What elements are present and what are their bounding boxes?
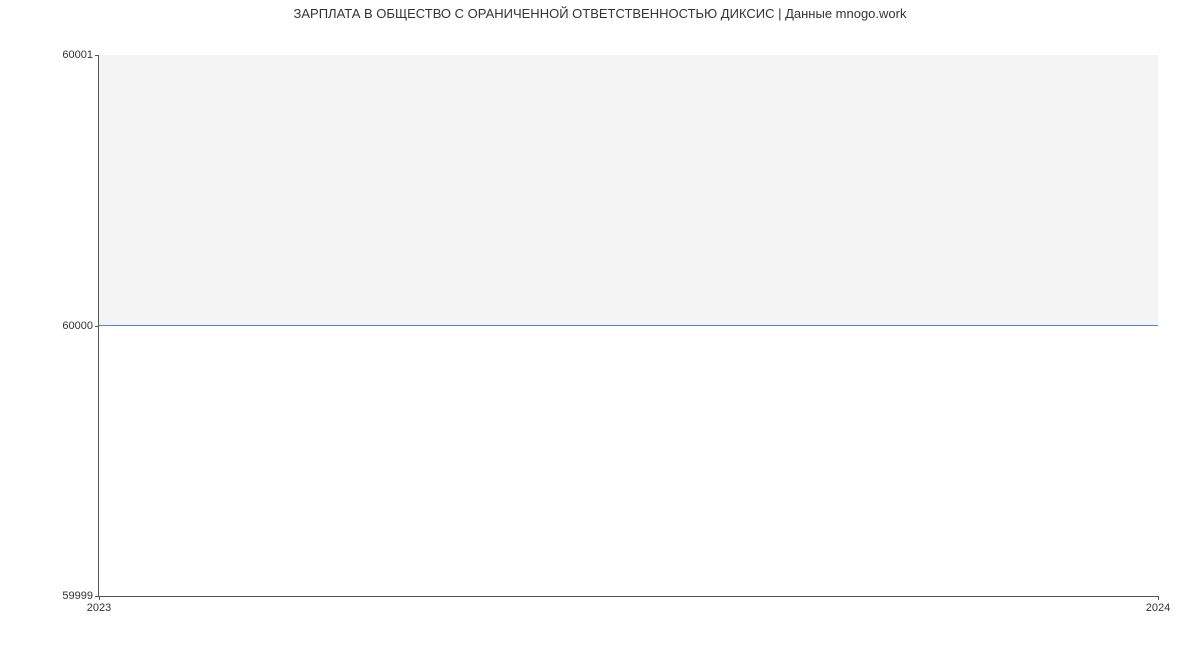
y-tick-label: 60001 bbox=[62, 49, 99, 61]
area-fill bbox=[99, 55, 1158, 326]
x-tick-label: 2023 bbox=[87, 596, 111, 614]
chart-title: ЗАРПЛАТА В ОБЩЕСТВО С ОРАНИЧЕННОЙ ОТВЕТС… bbox=[0, 0, 1200, 21]
plot-area: 60001 60000 59999 2023 2024 bbox=[98, 55, 1158, 597]
chart-container: 60001 60000 59999 2023 2024 bbox=[98, 55, 1158, 597]
data-line bbox=[99, 325, 1158, 326]
y-tick-label: 60000 bbox=[62, 320, 99, 332]
x-tick-label: 2024 bbox=[1146, 596, 1170, 614]
